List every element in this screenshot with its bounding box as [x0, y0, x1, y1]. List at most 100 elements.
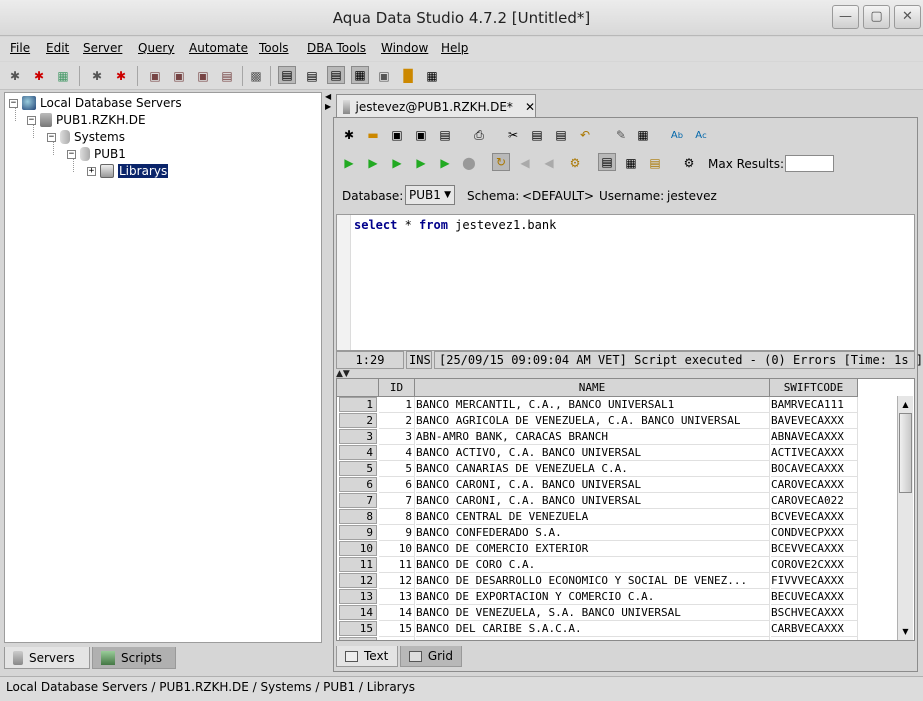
table-row[interactable]: 13 13 BANCO DE EXPORTACION Y COMERCIO C.A.…	[337, 589, 859, 605]
cell-swiftcode[interactable]: CAROVECA022	[771, 493, 858, 509]
transaction-icon[interactable]: ⚙	[566, 154, 584, 172]
table-row[interactable]: 7 7 BANCO CARONI, C.A. BANCO UNIVERSAL CARO…	[337, 493, 859, 509]
execute-plan-icon[interactable]: ▶	[436, 154, 454, 172]
tab-grid[interactable]: Grid	[400, 646, 462, 667]
cell-name[interactable]: BANCO CONFEDERADO S.A.	[416, 525, 770, 541]
pivot-icon[interactable]: ▦	[423, 67, 441, 85]
row-number[interactable]: 11	[339, 557, 377, 572]
splitter-right-arrow-icon[interactable]: ▶	[325, 102, 331, 111]
cell-swiftcode[interactable]: CONDVECPXXX	[771, 525, 858, 541]
cell-id[interactable]: 11	[379, 557, 415, 573]
tree-systems-node[interactable]: − Systems	[47, 129, 125, 145]
cell-name[interactable]: BANCO CENTRAL DE VENEZUELA	[416, 509, 770, 525]
cell-swiftcode[interactable]: BAMRVECA111	[771, 397, 858, 413]
table-row[interactable]: 6 6 BANCO CARONI, C.A. BANCO UNIVERSAL CARO…	[337, 477, 859, 493]
grid-vertical-scrollbar[interactable]: ▲ ▼	[897, 396, 913, 640]
menu-edit[interactable]: Edit	[46, 41, 69, 55]
grid-results-icon[interactable]: ▦	[622, 154, 640, 172]
settings-icon[interactable]: ⚙	[680, 154, 698, 172]
query-window-icon[interactable]: ▣	[146, 67, 164, 85]
cell-swiftcode[interactable]: ABNAVECAXXX	[771, 429, 858, 445]
cell-name[interactable]: BANCO CANARIAS DE VENEZUELA C.A.	[416, 461, 770, 477]
cell-swiftcode[interactable]: BDTEVECAXXX	[771, 637, 858, 640]
auto-commit-icon[interactable]: ↻	[492, 153, 510, 171]
cell-id[interactable]: 6	[379, 477, 415, 493]
table-row[interactable]: 3 3 ABN-AMRO BANK, CARACAS BRANCH ABNAVECAX…	[337, 429, 859, 445]
menu-query[interactable]: Query	[138, 41, 174, 55]
table-row[interactable]: 8 8 BANCO CENTRAL DE VENEZUELA BCVEVECAXXX	[337, 509, 859, 525]
tree-db-node[interactable]: − PUB1	[67, 146, 126, 162]
row-number[interactable]: 15	[339, 621, 377, 636]
row-number[interactable]: 10	[339, 541, 377, 556]
table-row[interactable]: 10 10 BANCO DE COMERCIO EXTERIOR BCEVVECAXX…	[337, 541, 859, 557]
table-row[interactable]: 4 4 BANCO ACTIVO, C.A. BANCO UNIVERSAL ACTI…	[337, 445, 859, 461]
cell-id[interactable]: 16	[379, 637, 415, 640]
cell-name[interactable]: BANCO ACTIVO, C.A. BANCO UNIVERSAL	[416, 445, 770, 461]
cell-name[interactable]: BANCO DE EXPORTACION Y COMERCIO C.A.	[416, 589, 770, 605]
commit-icon[interactable]: ◀	[516, 154, 534, 172]
schema-icon[interactable]: ▩	[247, 67, 265, 85]
execute-plan-icon[interactable]: ▣	[375, 67, 393, 85]
connect-icon[interactable]: ✱	[88, 67, 106, 85]
cell-swiftcode[interactable]: COROVE2CXXX	[771, 557, 858, 573]
text-results-icon[interactable]: ▤	[598, 153, 616, 171]
cell-id[interactable]: 15	[379, 621, 415, 637]
cell-id[interactable]: 7	[379, 493, 415, 509]
save-icon[interactable]: ▣	[388, 126, 406, 144]
database-select[interactable]: PUB1 ▼	[405, 185, 455, 205]
table-row[interactable]: 1 1 BANCO MERCANTIL, C.A., BANCO UNIVERSAL…	[337, 397, 859, 413]
cell-name[interactable]: BANCO CARONI, C.A. BANCO UNIVERSAL	[416, 477, 770, 493]
save-all-icon[interactable]: ▤	[436, 126, 454, 144]
cell-swiftcode[interactable]: CAROVECAXXX	[771, 477, 858, 493]
uppercase-icon[interactable]: Ab	[668, 126, 686, 144]
minimize-button[interactable]: —	[832, 5, 859, 29]
cell-swiftcode[interactable]: BAVEVECAXXX	[771, 413, 858, 429]
find-icon[interactable]: ✎	[612, 126, 630, 144]
row-number[interactable]: 9	[339, 525, 377, 540]
column-header-swiftcode[interactable]: SWIFTCODE	[770, 379, 858, 397]
query-analyzer-icon[interactable]: ▣	[170, 67, 188, 85]
table-row[interactable]: 5 5 BANCO CANARIAS DE VENEZUELA C.A. BOCAVE…	[337, 461, 859, 477]
execute-edit-icon[interactable]: ▶	[412, 154, 430, 172]
cell-swiftcode[interactable]: BCVEVECAXXX	[771, 509, 858, 525]
menu-window[interactable]: Window	[381, 41, 428, 55]
cell-id[interactable]: 12	[379, 573, 415, 589]
collapse-icon[interactable]: −	[9, 98, 18, 108]
row-number[interactable]: 6	[339, 477, 377, 492]
tree-librarys-node[interactable]: + Librarys	[87, 163, 169, 179]
execute-all-icon[interactable]: ▶	[340, 154, 358, 172]
results-text-icon[interactable]: ▤	[278, 66, 296, 84]
cell-swiftcode[interactable]: BOCAVECAXXX	[771, 461, 858, 477]
rollback-icon[interactable]: ◀	[540, 154, 558, 172]
maximize-button[interactable]: ▢	[863, 5, 890, 29]
disconnect-icon[interactable]: ✱	[112, 67, 130, 85]
table-data-icon[interactable]: ▤	[218, 67, 236, 85]
new-file-icon[interactable]: ✱	[340, 126, 358, 144]
cell-swiftcode[interactable]: CARBVECAXXX	[771, 621, 858, 637]
menu-tools[interactable]: Tools	[259, 41, 289, 55]
max-results-input[interactable]	[785, 155, 834, 172]
copy-icon[interactable]: ▤	[528, 126, 546, 144]
lowercase-icon[interactable]: Ac	[692, 126, 710, 144]
cell-swiftcode[interactable]: BECUVECAXXX	[771, 589, 858, 605]
query-builder-icon[interactable]: ▣	[194, 67, 212, 85]
row-number[interactable]: 5	[339, 461, 377, 476]
cell-name[interactable]: BANCO DE DESARROLLO ECONOMICO Y SOCIAL D…	[416, 573, 770, 589]
table-row[interactable]: 1616BANCO DEL TESORO, C.A. BANCO UNIVERS…	[337, 637, 859, 640]
tree-root-node[interactable]: − Local Database Servers	[9, 95, 182, 111]
close-tab-icon[interactable]: ✕	[525, 100, 535, 114]
chart-icon[interactable]: █	[399, 67, 417, 85]
tab-servers[interactable]: Servers	[4, 647, 90, 669]
cell-id[interactable]: 4	[379, 445, 415, 461]
cell-id[interactable]: 1	[379, 397, 415, 413]
scroll-down-icon[interactable]: ▼	[899, 625, 912, 638]
cell-swiftcode[interactable]: BSCHVECAXXX	[771, 605, 858, 621]
column-header-name[interactable]: NAME	[415, 379, 770, 397]
cell-swiftcode[interactable]: FIVVVECAXXX	[771, 573, 858, 589]
execute-selection-icon[interactable]: ▶	[388, 154, 406, 172]
tab-scripts[interactable]: Scripts	[92, 647, 176, 669]
cell-id[interactable]: 14	[379, 605, 415, 621]
results-split-icon[interactable]: ▤	[303, 67, 321, 85]
results-grid-icon[interactable]: ▦	[351, 66, 369, 84]
query-document-tab[interactable]: jestevez@PUB1.RZKH.DE* ✕	[336, 94, 536, 118]
